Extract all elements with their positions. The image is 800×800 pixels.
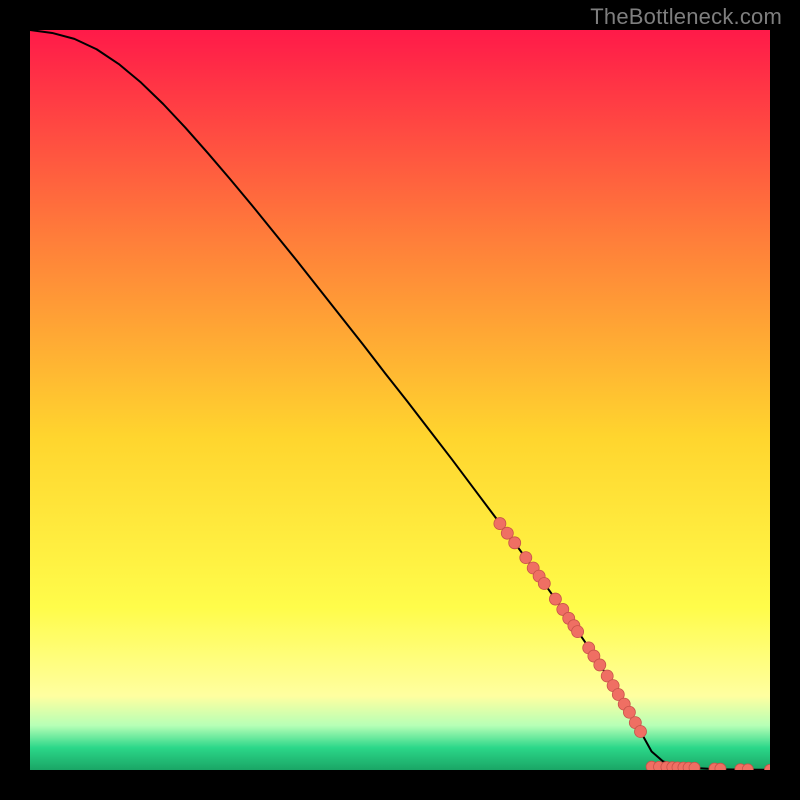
chart-svg	[30, 30, 770, 770]
data-marker	[689, 762, 700, 770]
chart-frame: TheBottleneck.com	[0, 0, 800, 800]
data-marker	[635, 726, 647, 738]
data-marker	[594, 659, 606, 671]
data-marker	[509, 537, 521, 549]
plot-area	[30, 30, 770, 770]
data-marker	[549, 593, 561, 605]
watermark-text: TheBottleneck.com	[590, 4, 782, 30]
data-marker	[538, 578, 550, 590]
gradient-background	[30, 30, 770, 770]
data-marker	[572, 626, 584, 638]
data-marker	[520, 552, 532, 564]
